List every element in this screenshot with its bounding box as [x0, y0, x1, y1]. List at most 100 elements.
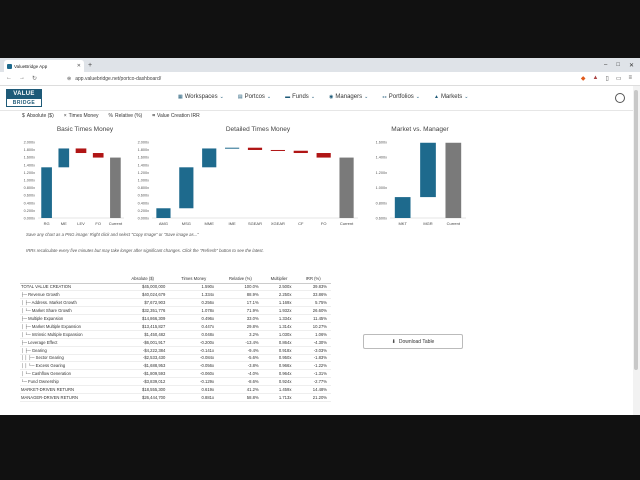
cell-value: 88.9% — [218, 290, 263, 300]
row-label: │ └─ Cashflow Generation — [20, 369, 116, 379]
cell-value: $45,000,000 — [116, 283, 170, 292]
bar[interactable] — [92, 153, 104, 158]
wallet-icon[interactable]: ▭ — [616, 75, 622, 82]
bar[interactable] — [247, 147, 263, 150]
y-tick-label: 1.600x — [24, 156, 36, 160]
app-logo[interactable]: VALUE BRIDGE — [6, 89, 42, 107]
bar[interactable] — [293, 150, 308, 154]
browser-window: ValueBridge App ✕ + – □ ✕ ← → ↻ ⊜ app.va… — [0, 58, 640, 415]
favicon-icon — [7, 63, 12, 69]
bar[interactable] — [110, 157, 121, 218]
bar[interactable] — [445, 142, 462, 218]
bar[interactable] — [339, 157, 354, 218]
cell-value: 21.20% — [295, 393, 331, 402]
menu-markets[interactable]: ▲ Markets ⌄ — [434, 94, 469, 100]
menu-funds[interactable]: ▬ Funds ⌄ — [285, 94, 315, 100]
cell-value: -0.084x — [169, 354, 219, 363]
row-label: │ │ ├─ Sector Gearing — [20, 354, 116, 363]
bar[interactable] — [420, 142, 436, 198]
cell-value: 17.1% — [218, 298, 263, 308]
menu-workspaces[interactable]: ▦ Workspaces ⌄ — [178, 94, 224, 100]
cell-value: 1.459x — [262, 385, 296, 394]
table-row: ├─ Multiple Expansion $14,866,309 0.496x 33… — [20, 314, 331, 323]
user-avatar-icon[interactable] — [615, 93, 625, 103]
back-icon[interactable]: ← — [6, 75, 12, 82]
menu-portfolios[interactable]: ⚏ Portfolios ⌄ — [382, 94, 420, 100]
x-tick-label: MSG — [182, 221, 191, 226]
menu-managers[interactable]: ◉ Managers ⌄ — [329, 94, 368, 100]
column-header: IRR (%) — [295, 274, 331, 284]
bar[interactable] — [75, 148, 87, 154]
download-table-button[interactable]: ⬇ Download Table — [363, 334, 463, 349]
x-tick-label: Current — [447, 221, 461, 226]
url-field[interactable]: app.valuebridge.net/portco-dashboard/ — [75, 76, 161, 82]
y-tick-label: 0.600x — [376, 217, 388, 221]
cell-value: 0.964x — [262, 369, 296, 379]
cell-value: -$4,222,384 — [116, 346, 170, 355]
close-tab-icon[interactable]: ✕ — [77, 63, 81, 69]
cell-value: -0.060x — [169, 369, 219, 379]
cell-value: 14.48% — [295, 385, 331, 394]
x-tick-label: IME — [229, 221, 236, 226]
x-tick-label: RG — [44, 221, 50, 226]
x-tick-label: MME — [205, 221, 215, 226]
menu-icon[interactable]: ≡ — [628, 75, 632, 82]
cell-value: -$3,839,012 — [116, 377, 170, 387]
table-row: MANAGER-DRIVEN RETURN $26,444,700 0.881x 58… — [20, 393, 331, 402]
absolute-button[interactable]: $ Absolute ($) — [22, 113, 54, 119]
cell-value: 0.881x — [169, 393, 219, 402]
cell-value: 71.9% — [218, 306, 263, 316]
scrollbar-thumb[interactable] — [634, 90, 638, 370]
relative-button[interactable]: % Relative (%) — [109, 113, 143, 119]
cell-value: 2.250x — [262, 290, 296, 300]
row-label: MARKET-DRIVEN RETURN — [20, 385, 116, 394]
y-tick-label: 1.000x — [376, 186, 388, 190]
browser-tab[interactable]: ValueBridge App ✕ — [4, 60, 84, 72]
y-tick-label: 0.600x — [24, 194, 36, 198]
sidebar-icon[interactable]: ▯ — [606, 75, 609, 82]
funds-icon: ▬ — [285, 94, 291, 100]
main-menu: ▦ Workspaces ⌄ ▤ Portcos ⌄ ▬ Funds ⌄ ◉ Managers… — [178, 94, 468, 100]
y-tick-label: 1.800x — [138, 148, 150, 152]
cell-value: $32,351,776 — [116, 306, 170, 316]
new-tab-icon[interactable]: + — [88, 62, 92, 69]
rewards-icon[interactable]: ▲ — [593, 75, 599, 82]
menu-funds-label: Funds — [292, 94, 309, 100]
cell-value: 11.45% — [295, 314, 331, 323]
cell-value: 1.590x — [169, 283, 219, 292]
relative-label: Relative (%) — [114, 113, 143, 119]
cell-value: -3.03% — [295, 346, 331, 355]
save-chart-note: Save any chart as a PNG image: Right cli… — [26, 232, 199, 237]
column-header — [20, 274, 116, 284]
bar[interactable] — [41, 167, 52, 218]
times-money-label: Times Money — [68, 113, 99, 119]
menu-managers-label: Managers — [335, 94, 363, 100]
address-bar: ← → ↻ ⊜ app.valuebridge.net/portco-dashb… — [0, 72, 640, 86]
close-window-icon[interactable]: ✕ — [629, 62, 634, 69]
cell-value: 0.864x — [262, 338, 296, 347]
forward-icon[interactable]: → — [19, 75, 25, 82]
bar[interactable] — [58, 148, 70, 168]
cell-value: 0.918x — [262, 346, 296, 355]
menu-portcos[interactable]: ▤ Portcos ⌄ — [238, 94, 271, 100]
column-header: Multiplier — [262, 274, 296, 284]
reload-icon[interactable]: ↻ — [32, 75, 37, 82]
bar[interactable] — [316, 153, 331, 158]
bar[interactable] — [225, 147, 240, 149]
x-tick-label: Current — [340, 221, 354, 226]
shield-icon[interactable]: ◆ — [581, 75, 586, 82]
bar[interactable] — [156, 208, 171, 218]
irr-button[interactable]: ⌗ Value Creation IRR — [152, 113, 200, 119]
bar[interactable] — [394, 197, 411, 218]
times-money-button[interactable]: × Times Money — [64, 113, 99, 119]
bar[interactable] — [270, 149, 285, 151]
bar[interactable] — [179, 167, 194, 209]
table-row: ├─ Leverage Effect -$6,001,917 -0.200x -13.… — [20, 338, 331, 347]
site-info-icon[interactable]: ⊜ — [67, 76, 71, 82]
minimize-icon[interactable]: – — [604, 62, 607, 69]
maximize-icon[interactable]: □ — [616, 62, 620, 69]
top-letterbox — [0, 0, 640, 58]
x-tick-label: SGEAR — [248, 221, 262, 226]
bar[interactable] — [202, 148, 217, 168]
logo-bottom-text: BRIDGE — [12, 100, 36, 106]
